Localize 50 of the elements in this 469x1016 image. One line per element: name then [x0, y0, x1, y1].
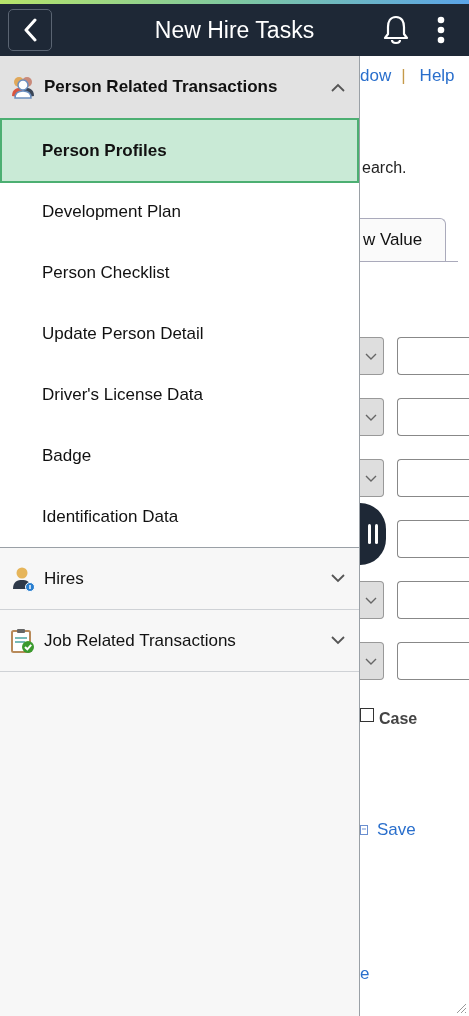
dropdown[interactable]	[360, 581, 384, 619]
chevron-down-icon	[365, 413, 378, 421]
dropdown[interactable]	[360, 398, 384, 436]
save-link[interactable]: Save	[377, 820, 416, 840]
input-field[interactable]	[396, 520, 469, 558]
dropdown[interactable]	[360, 459, 384, 497]
link[interactable]: Help	[419, 66, 455, 86]
chevron-down-icon	[365, 474, 378, 482]
dropdown[interactable]	[360, 337, 384, 375]
menu-item[interactable]: Update Person Detail	[0, 303, 359, 364]
checkbox[interactable]	[360, 708, 374, 722]
link[interactable]: dow	[360, 66, 392, 86]
chevron-down-icon[interactable]	[331, 574, 345, 583]
clipboard-check-icon	[10, 627, 36, 654]
more-options-icon[interactable]	[437, 16, 445, 44]
instruction-text: earch.	[362, 159, 408, 178]
link[interactable]: e	[360, 964, 370, 983]
menu-item[interactable]: Identification Data	[0, 486, 359, 547]
checkbox-label: Case	[379, 710, 418, 728]
chevron-down-icon	[365, 657, 378, 665]
menu-item[interactable]: Badge	[0, 425, 359, 486]
page-title: New Hire Tasks	[154, 16, 315, 44]
input-field[interactable]	[396, 642, 469, 680]
menu-item[interactable]: Person Checklist	[0, 242, 359, 303]
resize-grip-icon[interactable]	[455, 1002, 467, 1014]
chevron-down-icon[interactable]	[331, 636, 345, 645]
drawer-handle[interactable]	[360, 503, 386, 565]
chevron-left-icon	[23, 18, 37, 42]
dropdown[interactable]	[360, 642, 384, 680]
chevron-down-icon	[365, 352, 378, 360]
separator: |	[401, 66, 406, 86]
bell-icon[interactable]	[382, 15, 410, 45]
section-title: Job Related Transactions	[44, 630, 237, 651]
chevron-up-icon[interactable]	[331, 82, 345, 92]
menu-item[interactable]: Person Profiles	[0, 118, 359, 183]
section-header[interactable]: Person Related Transactions	[0, 56, 359, 118]
people-icon	[10, 74, 36, 100]
menu-item[interactable]: Development Plan	[0, 181, 359, 242]
section-title: Hires	[44, 568, 85, 589]
menu-item[interactable]: Driver's License Data	[0, 364, 359, 425]
save-icon[interactable]	[360, 825, 368, 835]
input-field[interactable]	[396, 581, 469, 619]
person-icon	[10, 565, 36, 592]
input-field[interactable]	[396, 398, 469, 436]
chevron-down-icon	[365, 596, 378, 604]
input-field[interactable]	[396, 459, 469, 497]
input-field[interactable]	[396, 337, 469, 375]
back-button[interactable]	[8, 9, 52, 51]
section-title: Person Related Transactions	[44, 77, 279, 97]
tab[interactable]: w Value	[360, 218, 446, 261]
